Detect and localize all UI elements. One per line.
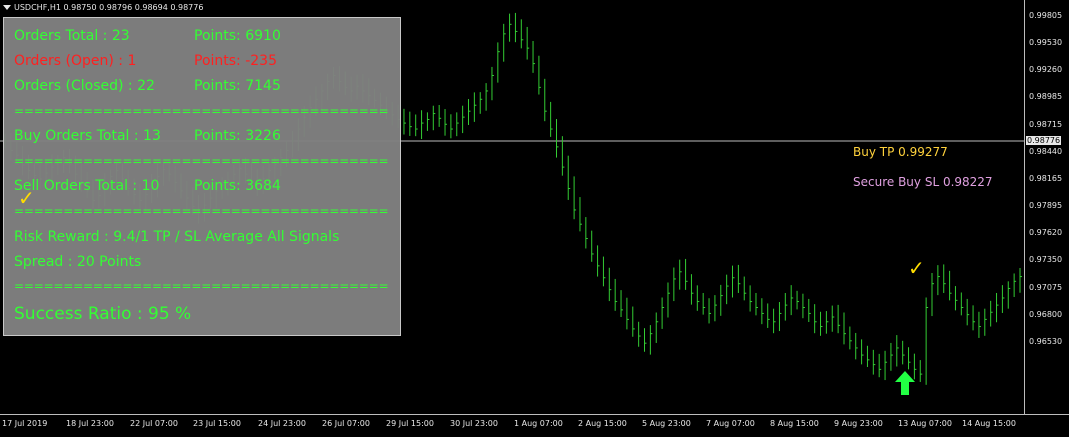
time-axis-label: 30 Jul 23:00: [450, 419, 498, 428]
time-axis-label: 13 Aug 07:00: [898, 419, 952, 428]
price-axis-label: 0.99805: [1029, 11, 1063, 20]
price-axis-label: 0.97895: [1029, 201, 1063, 211]
orders-closed: Orders (Closed) : 22: [14, 78, 155, 94]
time-axis-label: 9 Aug 23:00: [834, 419, 883, 428]
orders-open-points: Points: -235: [194, 53, 277, 69]
separator: ======================================: [14, 279, 389, 293]
buy-orders-points: Points: 3226: [194, 128, 281, 144]
price-axis-label: 0.97075: [1029, 282, 1063, 292]
time-axis-label: 18 Jul 23:00: [66, 419, 114, 428]
time-axis-label: 14 Aug 15:00: [962, 419, 1016, 428]
current-price-label: 0.98776: [1026, 136, 1062, 145]
price-axis-label: 0.97350: [1029, 255, 1063, 265]
price-axis-label: 0.96800: [1029, 309, 1063, 319]
price-axis-label: 0.99260: [1029, 65, 1063, 75]
time-axis-label: 26 Jul 07:00: [322, 419, 370, 428]
price-axis-label: 0.98440: [1029, 146, 1063, 156]
orders-closed-points: Points: 7145: [194, 78, 281, 94]
time-axis-label: 8 Aug 15:00: [770, 419, 819, 428]
orders-open: Orders (Open) : 1: [14, 53, 137, 69]
symbol-info: USDCHF,H1 0.98750 0.98796 0.98694 0.9877…: [3, 3, 203, 12]
secure-buy-sl-label: Secure Buy SL 0.98227: [853, 175, 993, 189]
time-axis-label: 5 Aug 23:00: [642, 419, 691, 428]
success-ratio: Success Ratio : 95 %: [14, 304, 192, 324]
check-mark-icon: ✓: [18, 186, 35, 210]
orders-total: Orders Total : 23: [14, 28, 130, 44]
time-axis-label: 23 Jul 15:00: [193, 419, 241, 428]
orders-total-points: Points: 6910: [194, 28, 281, 44]
sell-orders-points: Points: 3684: [194, 178, 281, 194]
time-axis-label: 24 Jul 23:00: [258, 419, 306, 428]
separator: ======================================: [14, 104, 389, 118]
time-axis-label: 17 Jul 2019: [2, 419, 48, 428]
dropdown-triangle-icon[interactable]: [3, 5, 11, 10]
price-axis-label: 0.98985: [1029, 92, 1063, 102]
buy-tp-label: Buy TP 0.99277: [853, 145, 948, 159]
risk-reward: Risk Reward : 9.4/1 TP / SL Average All …: [14, 229, 340, 245]
time-axis-label: 2 Aug 15:00: [578, 419, 627, 428]
sell-orders-total: Sell Orders Total : 10: [14, 178, 160, 194]
symbol-info-text: USDCHF,H1 0.98750 0.98796 0.98694 0.9877…: [14, 3, 204, 12]
time-axis-label: 1 Aug 07:00: [514, 419, 563, 428]
price-axis-label: 0.99530: [1029, 38, 1063, 48]
check-mark-icon: ✓: [908, 256, 925, 280]
time-axis-label: 22 Jul 07:00: [130, 419, 178, 428]
price-axis-label: 0.98715: [1029, 119, 1063, 129]
time-axis-label: 7 Aug 07:00: [706, 419, 755, 428]
up-arrow-icon: [895, 371, 915, 395]
separator: ======================================: [14, 204, 389, 218]
time-axis-label: 29 Jul 15:00: [386, 419, 434, 428]
stats-panel: Orders Total : 23 Points: 6910 Orders (O…: [3, 17, 401, 336]
separator: ======================================: [14, 154, 389, 168]
spread: Spread : 20 Points: [14, 254, 142, 270]
price-axis-label: 0.98165: [1029, 173, 1063, 183]
time-axis[interactable]: 17 Jul 2019 18 Jul 23:00 22 Jul 07:00 23 Ju…: [0, 414, 1069, 437]
price-axis-label: 0.96530: [1029, 336, 1063, 346]
price-axis[interactable]: 0.99805 0.99530 0.99260 0.98985 0.98715 0.984…: [1024, 0, 1069, 414]
buy-orders-total: Buy Orders Total : 13: [14, 128, 161, 144]
price-axis-label: 0.97620: [1029, 228, 1063, 238]
